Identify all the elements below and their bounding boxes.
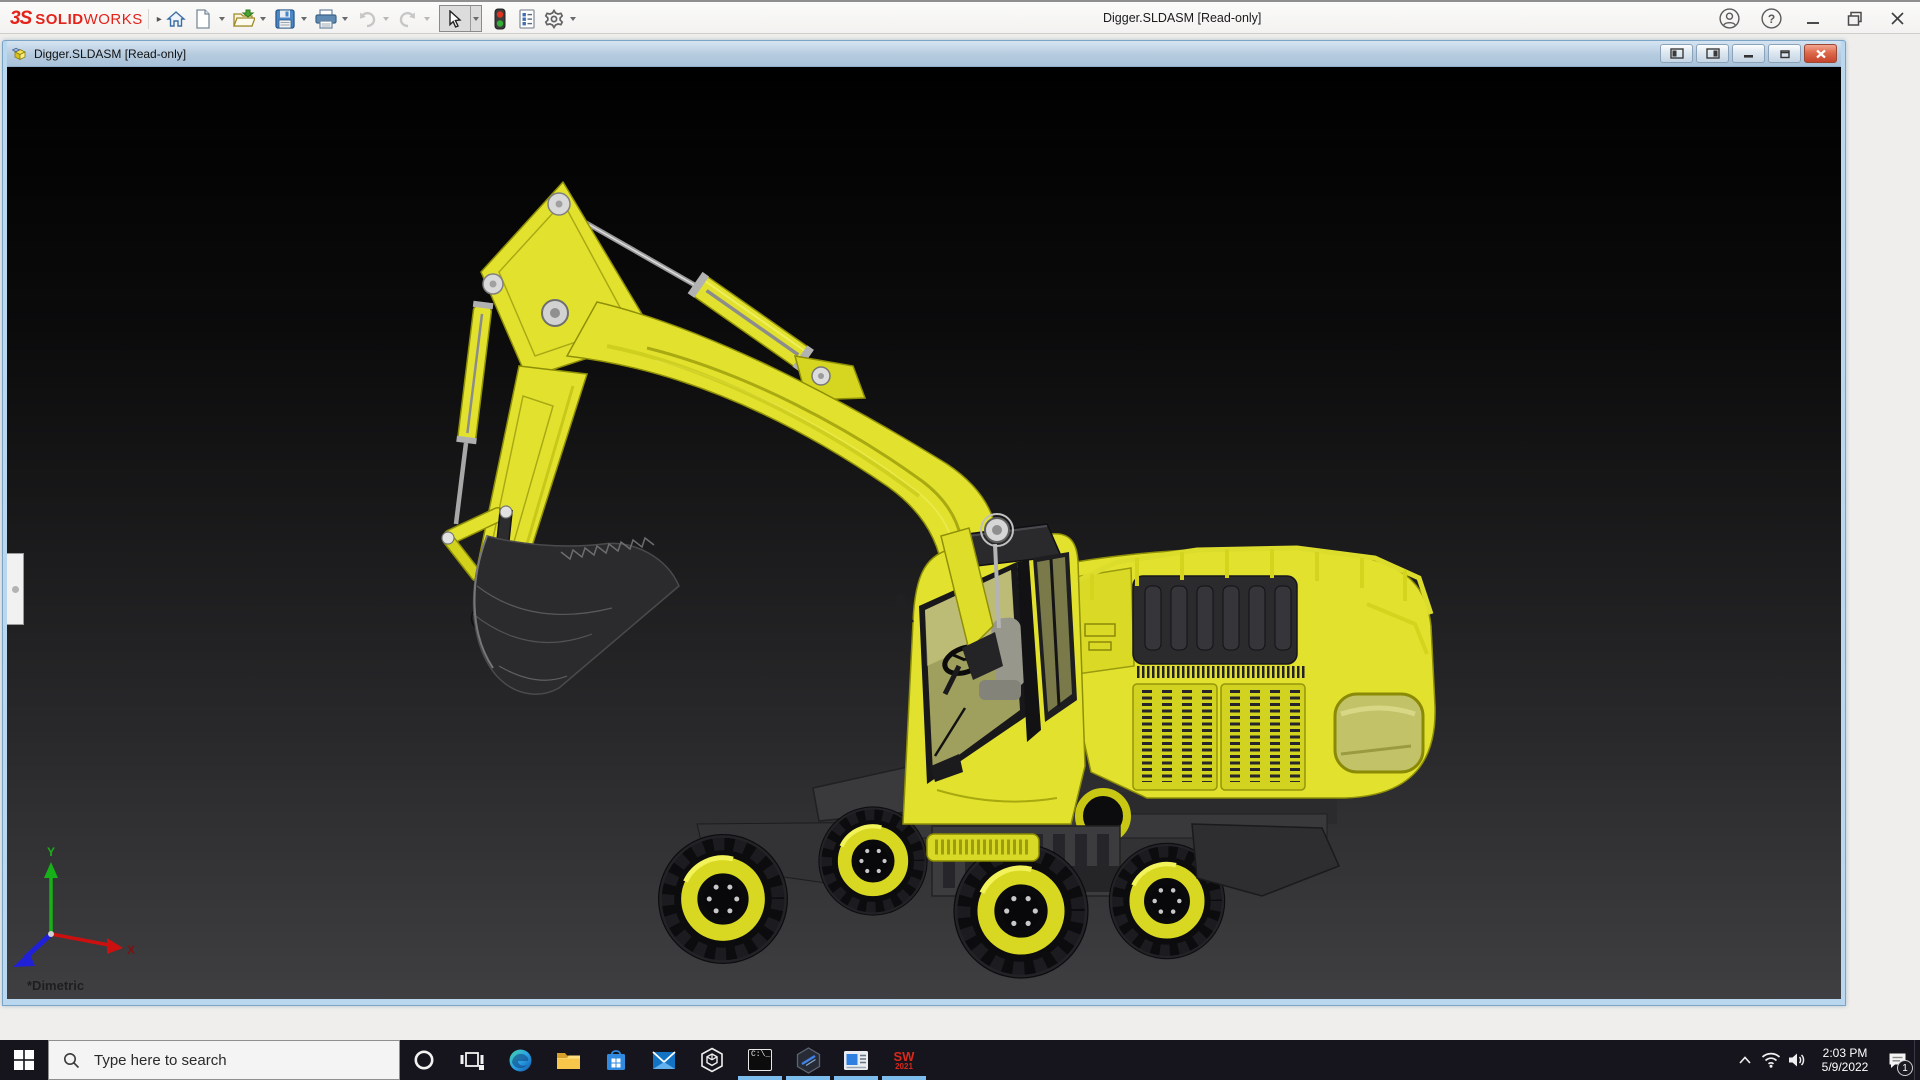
solidworks-logo-icon: 3S	[10, 8, 31, 30]
toolbar-separator	[148, 9, 149, 29]
undo-button[interactable]	[353, 5, 380, 32]
doc-close-button[interactable]	[1804, 44, 1837, 63]
wheel-front-near[interactable]	[658, 834, 788, 964]
redo-dropdown[interactable]	[421, 5, 432, 32]
taskbar-icon-file-explorer[interactable]	[544, 1040, 592, 1080]
piston-rod[interactable]	[456, 443, 466, 524]
system-tray: 2:03 PM 5/9/2022 1	[1732, 1040, 1920, 1080]
volume-icon[interactable]	[1784, 1040, 1810, 1080]
remote-window-app-icon	[843, 1050, 869, 1071]
panel-splitter-tab[interactable]	[7, 553, 24, 625]
brand-light: WORKS	[84, 11, 143, 28]
upper-body[interactable]	[1065, 548, 1435, 798]
rebuild-traffic-light-button[interactable]	[486, 5, 513, 32]
mail-icon	[652, 1051, 676, 1070]
print-button[interactable]	[312, 5, 339, 32]
bucket-cylinder[interactable]	[456, 301, 493, 444]
action-center-button[interactable]: 1	[1880, 1040, 1914, 1080]
open-dropdown[interactable]	[257, 5, 268, 32]
taskbar-icon-store[interactable]	[592, 1040, 640, 1080]
triad-x-label: X	[127, 943, 135, 957]
taskbar-search[interactable]	[48, 1040, 400, 1080]
command-prompt-icon: C:\_	[748, 1049, 772, 1071]
svg-text:?: ?	[1767, 12, 1774, 26]
save-button[interactable]	[271, 5, 298, 32]
doc-minimize-button[interactable]	[1732, 44, 1765, 63]
solidworks-logo: 3S SOLIDWORKS ▸	[10, 8, 162, 30]
tray-date: 5/9/2022	[1814, 1060, 1876, 1074]
graphics-viewport[interactable]: Y X *Dimetric	[7, 67, 1841, 999]
help-icon[interactable]: ?	[1756, 7, 1786, 31]
save-dropdown[interactable]	[298, 5, 309, 32]
clock[interactable]: 2:03 PM 5/9/2022	[1814, 1046, 1876, 1074]
restore-button[interactable]	[1840, 7, 1870, 31]
new-document-dropdown[interactable]	[216, 5, 227, 32]
account-icon[interactable]	[1714, 7, 1744, 31]
bucket[interactable]	[473, 536, 679, 694]
quick-access-toolbar	[162, 2, 581, 35]
app-titlebar: 3S SOLIDWORKS ▸	[0, 0, 1920, 34]
minimize-button[interactable]	[1798, 7, 1828, 31]
options-gear-button[interactable]	[540, 5, 567, 32]
store-icon	[605, 1049, 627, 1072]
hexagon-app-icon	[796, 1047, 821, 1074]
3d-viewer-icon	[700, 1047, 724, 1073]
notification-badge: 1	[1897, 1060, 1913, 1076]
taskbar-icon-remote-window-app[interactable]	[832, 1040, 880, 1080]
brand-bold: SOLID	[35, 11, 83, 28]
pane-right-toggle-icon[interactable]	[1696, 44, 1729, 63]
tray-time: 2:03 PM	[1814, 1046, 1876, 1060]
orientation-triad[interactable]: Y X	[13, 845, 135, 967]
windows-logo-icon	[14, 1050, 34, 1070]
cortana-icon	[413, 1049, 435, 1071]
open-button[interactable]	[230, 5, 257, 32]
taskbar-icon-command-prompt[interactable]: C:\_	[736, 1040, 784, 1080]
print-dropdown[interactable]	[339, 5, 350, 32]
cab[interactable]	[897, 524, 1085, 824]
select-tool-group	[439, 5, 482, 32]
step-board	[927, 834, 1039, 861]
home-button[interactable]	[162, 5, 189, 32]
assembly-icon	[11, 46, 28, 62]
taskbar: C:\_ SW 2021	[0, 1040, 1920, 1080]
select-tool-dropdown[interactable]	[470, 6, 481, 31]
taskbar-icon-task-view[interactable]	[448, 1040, 496, 1080]
document-titlebar[interactable]: Digger.SLDASM [Read-only]	[7, 41, 1841, 67]
3d-model-excavator[interactable]: Y X	[7, 67, 1841, 999]
wifi-icon[interactable]	[1758, 1040, 1784, 1080]
search-input[interactable]	[94, 1052, 364, 1069]
taskbar-icon-hexagon-app[interactable]	[784, 1040, 832, 1080]
tray-chevron-up-icon[interactable]	[1732, 1040, 1758, 1080]
doc-restore-button[interactable]	[1768, 44, 1801, 63]
document-window: Digger.SLDASM [Read-only]	[2, 40, 1846, 1006]
options-dropdown[interactable]	[567, 5, 578, 32]
select-tool-button[interactable]	[440, 5, 470, 32]
taskbar-icon-3d-viewer[interactable]	[688, 1040, 736, 1080]
new-document-button[interactable]	[189, 5, 216, 32]
wheel-rear-near[interactable]	[953, 843, 1088, 978]
triad-y-label: Y	[47, 845, 55, 859]
view-orientation-label: *Dimetric	[27, 978, 84, 993]
search-icon	[63, 1052, 80, 1069]
document-title: Digger.SLDASM [Read-only]	[34, 47, 1660, 61]
task-view-icon	[460, 1049, 484, 1071]
solidworks-icon: SW 2021	[894, 1050, 915, 1071]
show-desktop-button[interactable]	[1914, 1040, 1920, 1080]
taskbar-icon-mail[interactable]	[640, 1040, 688, 1080]
taskbar-icon-cortana[interactable]	[400, 1040, 448, 1080]
pane-left-toggle-icon[interactable]	[1660, 44, 1693, 63]
edge-icon	[508, 1048, 533, 1073]
app-title: Digger.SLDASM [Read-only]	[1103, 11, 1261, 25]
taskbar-icon-solidworks-2021[interactable]: SW 2021	[880, 1040, 928, 1080]
undo-dropdown[interactable]	[380, 5, 391, 32]
mirror	[897, 594, 905, 608]
redo-button[interactable]	[394, 5, 421, 32]
file-explorer-icon	[556, 1050, 581, 1071]
start-button[interactable]	[0, 1040, 48, 1080]
taskbar-icon-edge[interactable]	[496, 1040, 544, 1080]
close-button[interactable]	[1882, 7, 1912, 31]
file-properties-button[interactable]	[513, 5, 540, 32]
